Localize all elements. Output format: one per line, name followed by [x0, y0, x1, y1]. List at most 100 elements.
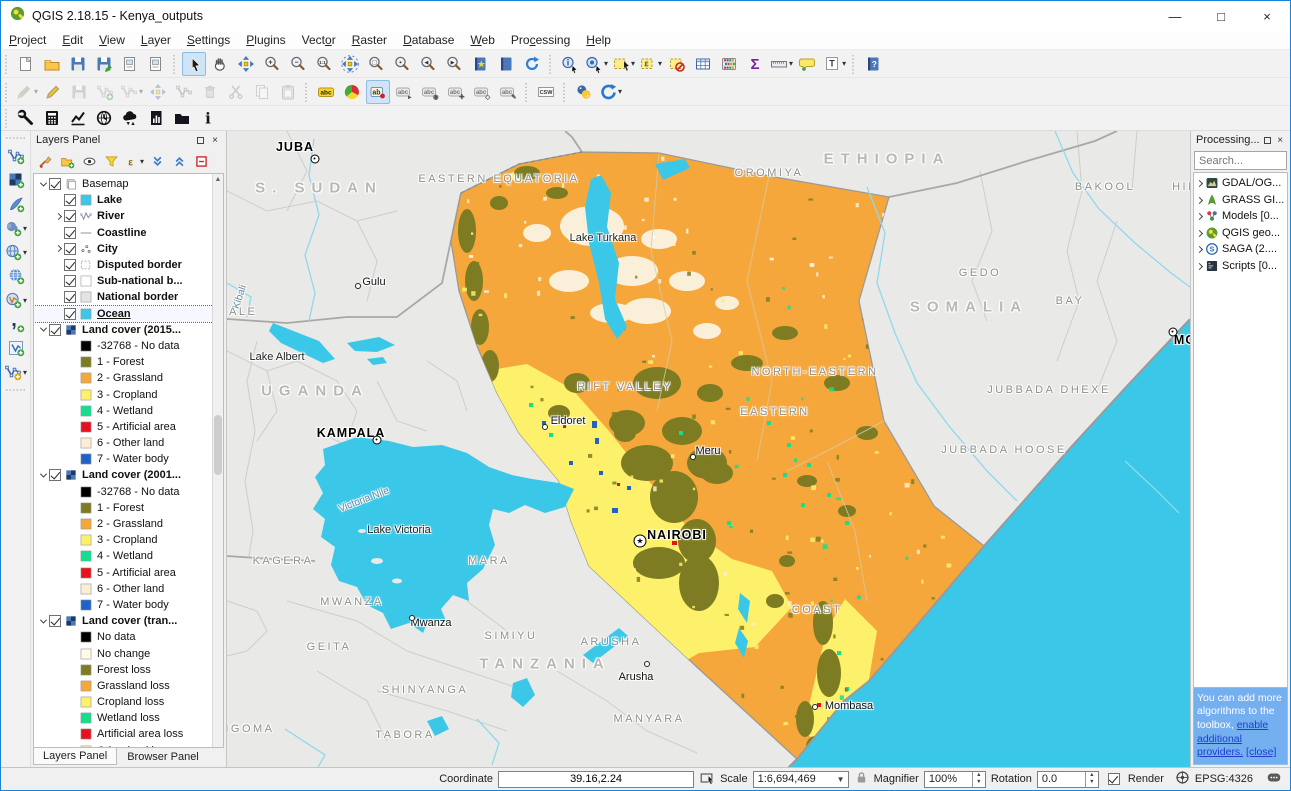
show-statistics-button[interactable]: Σ — [743, 52, 767, 76]
layer-row[interactable]: City — [34, 241, 223, 257]
legend-class-row[interactable]: 1 - Forest — [34, 500, 223, 516]
zoom-to-selection-button[interactable]: ▪ — [390, 52, 414, 76]
legend-class-row[interactable]: 7 - Water body — [34, 451, 223, 467]
layer-row[interactable]: Sub-national b... — [34, 273, 223, 289]
plugin-tool-button[interactable]: ▾ — [598, 80, 623, 104]
field-calculator-button[interactable] — [717, 52, 741, 76]
menu-database[interactable]: Database — [395, 32, 462, 48]
toolbar-grip[interactable] — [171, 54, 179, 74]
expander-icon[interactable] — [39, 471, 46, 478]
processing-provider-saga[interactable]: SSAGA (2.... — [1194, 241, 1287, 258]
toolbar-grip[interactable] — [6, 134, 26, 142]
dropdown-arrow-icon[interactable]: ▾ — [23, 368, 27, 377]
menu-help[interactable]: Help — [578, 32, 619, 48]
processing-provider-models[interactable]: Models [0... — [1194, 208, 1287, 225]
menu-web[interactable]: Web — [462, 32, 502, 48]
map-tips-button[interactable] — [796, 52, 820, 76]
dropdown-arrow-icon[interactable]: ▾ — [842, 59, 846, 68]
layer-visibility-checkbox[interactable] — [49, 324, 61, 336]
save-layer-edits-button[interactable] — [67, 80, 91, 104]
legend-class-row[interactable]: 5 - Artificial area — [34, 419, 223, 435]
new-bookmark-button[interactable]: ★ — [468, 52, 492, 76]
layer-visibility-checkbox[interactable] — [49, 178, 61, 190]
dropdown-arrow-icon[interactable]: ▾ — [658, 59, 662, 68]
panel-float-button[interactable] — [1263, 134, 1273, 146]
menu-raster[interactable]: Raster — [344, 32, 395, 48]
add-circular-string-button[interactable]: ▾ — [119, 80, 144, 104]
new-shapefile-layer-button[interactable]: ▾ — [3, 360, 28, 384]
layer-visibility-checkbox[interactable] — [64, 194, 76, 206]
layer-group-row[interactable]: Land cover (2015... — [34, 322, 223, 338]
expand-all-button[interactable] — [147, 151, 167, 171]
help-contents-button[interactable]: ? — [861, 52, 885, 76]
layer-row[interactable]: Coastline — [34, 225, 223, 241]
legend-class-row[interactable]: 6 - Other land — [34, 435, 223, 451]
add-virtual-layer-button[interactable] — [4, 336, 28, 360]
layer-visibility-checkbox[interactable] — [64, 243, 76, 255]
add-group-button[interactable] — [57, 151, 77, 171]
expander-icon[interactable] — [1196, 197, 1203, 204]
menu-layer[interactable]: Layer — [133, 32, 179, 48]
menu-view[interactable]: View — [91, 32, 133, 48]
mouse-position-icon[interactable] — [699, 770, 715, 789]
metadata-info-button[interactable]: i — [196, 106, 220, 130]
toolbar-grip[interactable] — [561, 82, 569, 102]
csw-metasearch-button[interactable]: CSW — [534, 80, 558, 104]
dropdown-arrow-icon[interactable]: ▾ — [139, 87, 143, 96]
open-attribute-table-button[interactable] — [691, 52, 715, 76]
layers-tree-scrollbar[interactable]: ▲ — [212, 174, 223, 747]
expander-icon[interactable] — [1196, 246, 1203, 253]
refresh-map-button[interactable] — [520, 52, 544, 76]
menu-vector[interactable]: Vector — [294, 32, 344, 48]
close-notification-link[interactable]: [close] — [1246, 746, 1276, 758]
copy-features-button[interactable] — [250, 80, 274, 104]
cloud-transfer-button[interactable] — [118, 106, 142, 130]
select-by-expression-button[interactable]: ε▾ — [638, 52, 663, 76]
toolbar-grip[interactable] — [3, 82, 11, 102]
identify-features-button[interactable]: i — [558, 52, 582, 76]
add-spatialite-layer-button[interactable]: ▾ — [3, 240, 28, 264]
open-layer-styling-dock-button[interactable] — [35, 151, 55, 171]
remove-layer-group-button[interactable] — [191, 151, 211, 171]
expander-icon[interactable] — [54, 245, 61, 252]
toolbar-grip[interactable] — [6, 386, 26, 394]
layer-visibility-checkbox[interactable] — [49, 469, 61, 481]
render-checkbox[interactable] — [1108, 773, 1120, 785]
deselect-all-button[interactable] — [665, 52, 689, 76]
delete-selected-button[interactable] — [198, 80, 222, 104]
layer-styling-button[interactable] — [340, 80, 364, 104]
legend-class-row[interactable]: Wetland loss — [34, 710, 223, 726]
dropdown-arrow-icon[interactable]: ▾ — [789, 59, 793, 68]
layer-visibility-checkbox[interactable] — [64, 291, 76, 303]
add-wfs-layer-button[interactable]: ▾ — [3, 288, 28, 312]
expander-icon[interactable] — [1196, 213, 1203, 220]
touch-zoom-and-pan-button[interactable] — [182, 52, 206, 76]
layer-labeling-options-button[interactable]: abc — [314, 80, 338, 104]
scale-combobox[interactable]: 1:6,694,469 ▼ — [753, 771, 849, 788]
layer-group-row[interactable]: Land cover (tran... — [34, 613, 223, 629]
add-postgis-layer-button[interactable]: ▾ — [3, 216, 28, 240]
layer-group-row[interactable]: Land cover (2001... — [34, 467, 223, 483]
crs-value[interactable]: EPSG:4326 — [1195, 773, 1253, 785]
dropdown-arrow-icon[interactable]: ▾ — [618, 87, 622, 96]
layer-row[interactable]: Disputed border — [34, 257, 223, 273]
menu-edit[interactable]: Edit — [54, 32, 91, 48]
legend-class-row[interactable]: No data — [34, 629, 223, 645]
node-tool-button[interactable] — [172, 80, 196, 104]
chevron-down-icon[interactable]: ▼ — [834, 775, 848, 784]
new-print-composer-button[interactable] — [118, 52, 142, 76]
spinner-arrows-icon[interactable]: ▲▼ — [1085, 772, 1098, 787]
raster-calculator-button[interactable] — [40, 106, 64, 130]
expander-icon[interactable] — [39, 616, 46, 623]
change-label-properties-button[interactable]: abc✎ — [496, 80, 520, 104]
processing-provider-scripts[interactable]: Scripts [0... — [1194, 258, 1287, 275]
processing-provider-gdal[interactable]: GDAL/OG... — [1194, 175, 1287, 192]
legend-class-row[interactable]: -32768 - No data — [34, 484, 223, 500]
dropdown-arrow-icon[interactable]: ▾ — [140, 157, 144, 166]
menu-settings[interactable]: Settings — [179, 32, 238, 48]
dropdown-arrow-icon[interactable]: ▾ — [23, 248, 27, 257]
layer-visibility-checkbox[interactable] — [64, 259, 76, 271]
scroll-up-icon[interactable]: ▲ — [213, 174, 223, 185]
run-feature-action-button[interactable]: ▾ — [584, 52, 609, 76]
legend-class-row[interactable]: 4 - Wetland — [34, 548, 223, 564]
